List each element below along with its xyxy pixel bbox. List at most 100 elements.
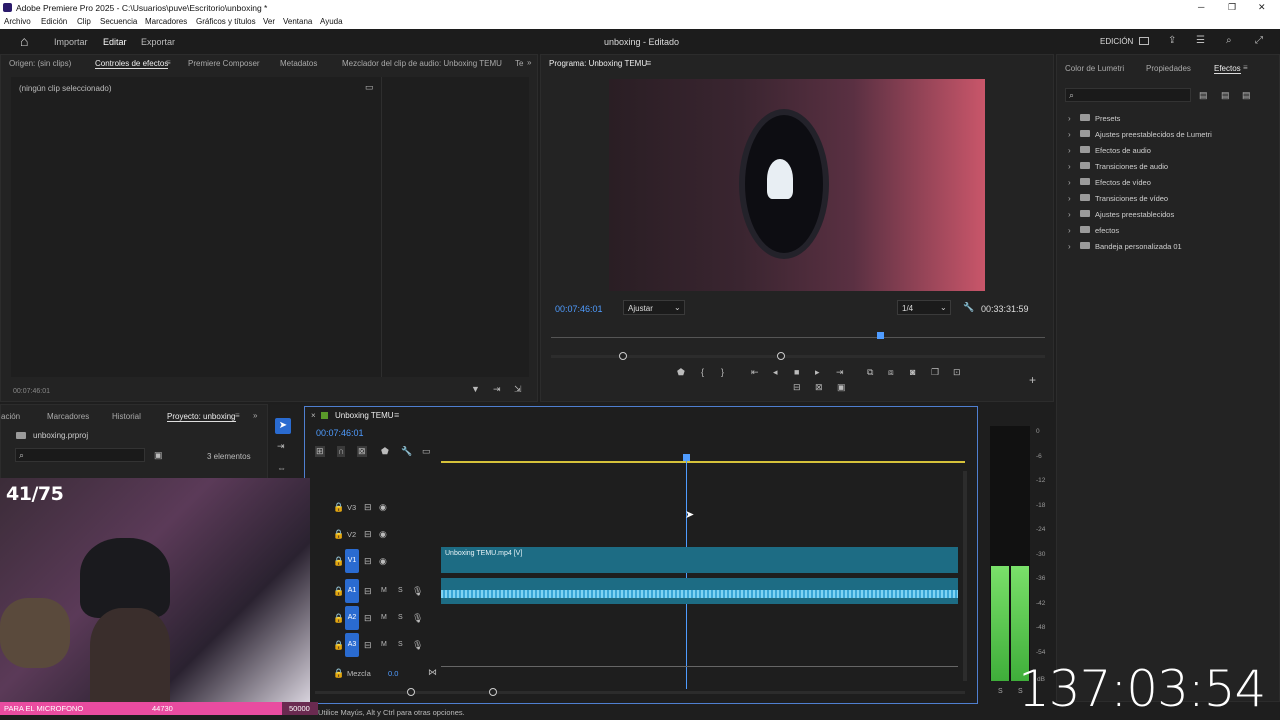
chevron-right-icon[interactable]: ›	[1068, 162, 1071, 171]
remove-icon[interactable]: ⇲	[514, 385, 522, 394]
menu-ayuda[interactable]: Ayuda	[320, 17, 343, 26]
linked-selection-icon[interactable]: ⊠	[357, 446, 367, 457]
tab-historial[interactable]: Historial	[112, 412, 141, 421]
nest-icon[interactable]: ⊞	[315, 446, 325, 457]
zoom-handle-right[interactable]	[777, 352, 785, 360]
eye-icon[interactable]: ◉	[379, 503, 387, 512]
mix-end-icon[interactable]: ⋈	[428, 668, 437, 677]
track-label-a1[interactable]: A1	[345, 579, 359, 603]
playhead-line[interactable]	[686, 461, 687, 689]
chevron-right-icon[interactable]: ›	[1068, 130, 1071, 139]
track-select-icon[interactable]: ⇥	[277, 442, 285, 451]
lock-icon[interactable]: 🔒	[333, 641, 344, 650]
solo-icon[interactable]: S	[398, 587, 403, 594]
compare-icon[interactable]: ❐	[931, 368, 939, 377]
selection-tool-icon[interactable]: ➤	[275, 418, 291, 434]
32bit-effects-icon[interactable]: ▤	[1221, 91, 1230, 100]
effect-custom-bin[interactable]: Bandeja personalizada 01	[1095, 242, 1182, 251]
extract-icon[interactable]: ⊠	[815, 383, 823, 392]
effect-audio-transitions[interactable]: Transiciones de audio	[1095, 162, 1168, 171]
vertical-scrollbar[interactable]	[963, 471, 967, 681]
playhead-handle[interactable]	[683, 454, 690, 461]
stop-icon[interactable]: ■	[794, 368, 799, 377]
more-tabs-icon[interactable]: »	[527, 59, 531, 67]
settings-wrench-icon[interactable]: 🔧	[401, 447, 412, 456]
sync-icon[interactable]: ⊟	[364, 503, 372, 512]
chevron-right-icon[interactable]: ›	[1068, 226, 1071, 235]
effect-presets-custom[interactable]: Ajustes preestablecidos	[1095, 210, 1174, 219]
sequence-menu-icon[interactable]: ≡	[394, 411, 399, 420]
tab-premiere-composer[interactable]: Premiere Composer	[188, 59, 260, 68]
mic-icon[interactable]: 🎙	[412, 587, 423, 596]
tab-metadatos[interactable]: Metadatos	[280, 59, 317, 68]
tab-efectos[interactable]: Efectos	[1214, 64, 1241, 74]
tab-exportar[interactable]: Exportar	[141, 37, 175, 47]
chevron-right-icon[interactable]: ›	[1068, 194, 1071, 203]
mute-icon[interactable]: M	[381, 614, 387, 621]
panel-menu-icon[interactable]: ≡	[166, 59, 171, 67]
captions-icon[interactable]: ▭	[422, 447, 431, 456]
mic-icon[interactable]: 🎙	[412, 614, 423, 623]
menu-clip[interactable]: Clip	[77, 17, 91, 26]
tab-color-lumetri[interactable]: Color de Lumetri	[1065, 64, 1124, 73]
sync-icon[interactable]: ⊟	[364, 614, 372, 623]
chevron-right-icon[interactable]: ›	[1068, 242, 1071, 251]
menu-secuencia[interactable]: Secuencia	[100, 17, 137, 26]
mute-icon[interactable]: M	[381, 587, 387, 594]
eye-icon[interactable]: ◉	[379, 530, 387, 539]
maximize-button[interactable]: ❐	[1228, 2, 1236, 13]
scroll-handle-right[interactable]	[489, 688, 497, 696]
tab-marcadores[interactable]: Marcadores	[47, 412, 89, 421]
workspace-mode[interactable]: EDICIÓN	[1100, 37, 1133, 46]
add-marker-icon[interactable]: ⬟	[381, 447, 389, 456]
marker-icon[interactable]: ⬟	[677, 368, 685, 377]
chevron-right-icon[interactable]: ›	[1068, 114, 1071, 123]
lock-icon[interactable]: 🔒	[333, 587, 344, 596]
step-forward-icon[interactable]: ▸	[815, 368, 820, 377]
lift-icon[interactable]: ⊟	[793, 383, 801, 392]
overwrite-icon[interactable]: ⧈	[888, 368, 894, 377]
tab-propiedades[interactable]: Propiedades	[1146, 64, 1191, 73]
safe-margins-icon[interactable]: ▣	[837, 383, 846, 392]
add-button-icon[interactable]: +	[1029, 374, 1036, 386]
filter-icon[interactable]: ▼	[471, 385, 480, 394]
menu-ver[interactable]: Ver	[263, 17, 275, 26]
search-icon[interactable]: ⌕	[1226, 35, 1232, 46]
solo-icon[interactable]: S	[398, 641, 403, 648]
panel-menu-icon[interactable]: ≡	[1243, 64, 1248, 72]
work-area-bar[interactable]	[441, 461, 965, 463]
close-icon[interactable]: ×	[311, 412, 316, 420]
chevron-right-icon[interactable]: ›	[1068, 210, 1071, 219]
vr-icon[interactable]: ⊡	[953, 368, 961, 377]
export-icon[interactable]: ⇥	[493, 385, 501, 394]
sync-icon[interactable]: ⊟	[364, 530, 372, 539]
scroll-handle-left[interactable]	[407, 688, 415, 696]
timeline-timecode[interactable]: 00:07:46:01	[316, 428, 364, 438]
camera-icon[interactable]: ◙	[910, 368, 915, 377]
sync-icon[interactable]: ⊟	[364, 557, 372, 566]
close-button[interactable]: ✕	[1258, 2, 1266, 13]
zoom-handle-left[interactable]	[619, 352, 627, 360]
chevron-right-icon[interactable]: ›	[1068, 178, 1071, 187]
track-label-a3[interactable]: A3	[345, 633, 359, 657]
panel-toggle-icon[interactable]: ▭	[365, 83, 374, 92]
mix-value[interactable]: 0.0	[388, 669, 398, 678]
insert-icon[interactable]: ⧉	[867, 368, 873, 377]
resolution-dropdown[interactable]: 1/4 ⌄	[897, 300, 951, 315]
go-to-out-icon[interactable]: ⇥	[836, 368, 844, 377]
wrench-icon[interactable]: 🔧	[963, 303, 974, 312]
tab-editar[interactable]: Editar	[103, 37, 127, 47]
program-timecode[interactable]: 00:07:46:01	[555, 304, 603, 314]
mute-icon[interactable]: M	[381, 641, 387, 648]
solo-icon[interactable]: S	[398, 614, 403, 621]
program-menu-icon[interactable]: ≡	[646, 59, 651, 68]
effect-efectos[interactable]: efectos	[1095, 226, 1119, 235]
ripple-edit-icon[interactable]: ⇔	[277, 464, 286, 473]
panel-menu-icon[interactable]: ≡	[235, 412, 240, 420]
mark-out-icon[interactable]: }	[721, 368, 724, 377]
video-clip[interactable]: Unboxing TEMU.mp4 [V]	[441, 547, 958, 573]
yuv-effects-icon[interactable]: ▤	[1242, 91, 1251, 100]
menu-archivo[interactable]: Archivo	[4, 17, 31, 26]
tab-controles-efectos[interactable]: Controles de efectos	[95, 59, 169, 69]
sync-icon[interactable]: ⊟	[364, 641, 372, 650]
